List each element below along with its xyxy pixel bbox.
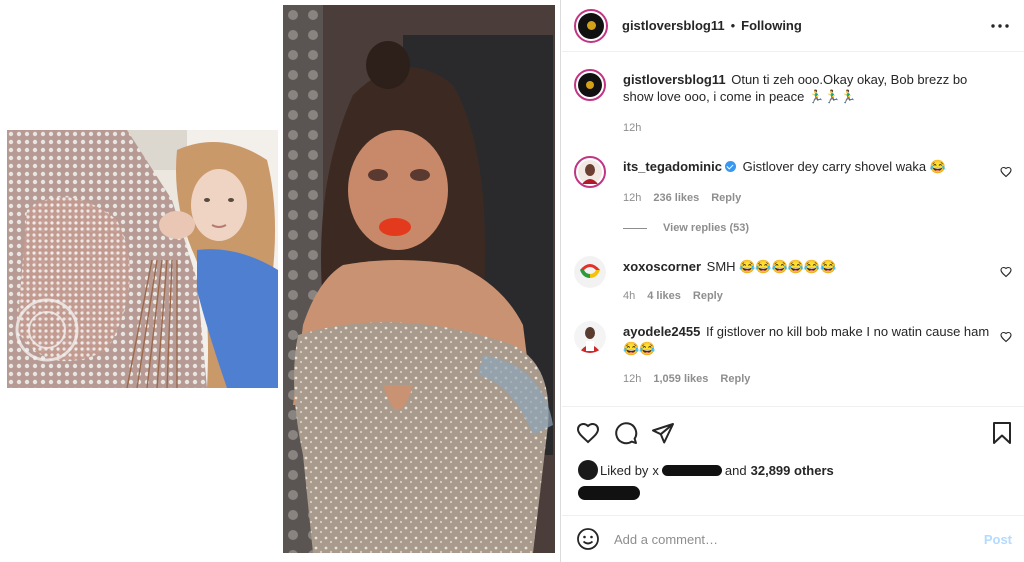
redacted-bar [661, 464, 722, 476]
liker-avatar[interactable] [578, 460, 598, 480]
emoji-icon[interactable] [576, 527, 600, 551]
heart-icon[interactable] [576, 421, 600, 445]
liked-by-label: Liked by [600, 462, 649, 478]
photo-left-illustration [7, 130, 278, 388]
comment-username[interactable]: its_tegadominic [623, 159, 722, 174]
comment-meta: 12h 236 likes Reply [623, 192, 741, 204]
post-button[interactable]: Post [984, 532, 1012, 547]
header-separator: • [730, 18, 736, 33]
comment-reply-button[interactable]: Reply [693, 290, 723, 302]
author-avatar[interactable] [574, 8, 608, 43]
author-username[interactable]: gistloversblog11 [622, 18, 725, 33]
comment-like-heart-icon[interactable] [1000, 266, 1012, 278]
comment-meta: 4h 4 likes Reply [623, 290, 723, 302]
media-photo-right [283, 5, 555, 553]
action-bar [562, 406, 1024, 456]
share-icon[interactable] [651, 421, 675, 445]
comment-text-block: xoxoscorner SMH 😂😂😂😂😂😂 [623, 258, 995, 275]
view-replies-label: View replies (53) [663, 222, 750, 234]
caption-time[interactable]: 12h [623, 122, 641, 134]
comment-username[interactable]: ayodele2455 [623, 324, 700, 339]
comment-item: xoxoscorner SMH 😂😂😂😂😂😂 4h 4 likes Reply [574, 256, 1014, 308]
comment-meta: 12h 1,059 likes Reply [623, 373, 750, 385]
caption-username[interactable]: gistloversblog11 [623, 72, 726, 87]
comment-time[interactable]: 4h [623, 290, 635, 302]
comment-username[interactable]: xoxoscorner [623, 259, 701, 274]
comment-likes[interactable]: 1,059 likes [653, 373, 708, 385]
comment-text-block: ayodele2455 If gistlover no kill bob mak… [623, 323, 995, 357]
view-replies-line [623, 227, 647, 229]
comment-time[interactable]: 12h [623, 192, 641, 204]
comment-like-heart-icon[interactable] [1000, 331, 1012, 343]
bookmark-icon[interactable] [990, 421, 1014, 445]
comment-input[interactable] [614, 531, 954, 547]
comment-text: Gistlover dey carry shovel waka 😂 [742, 159, 946, 174]
comment-avatar[interactable] [574, 321, 606, 353]
comment-likes[interactable]: 236 likes [653, 192, 699, 204]
caption-text-block: gistloversblog11 Otun ti zeh ooo.Okay ok… [623, 71, 995, 105]
verified-badge-icon [724, 161, 736, 172]
comment-item: its_tegadominic Gistlover dey carry shov… [574, 156, 1014, 216]
comment-likes[interactable]: 4 likes [647, 290, 681, 302]
media-photo-left [7, 130, 278, 388]
comment-text-block: its_tegadominic Gistlover dey carry shov… [623, 158, 995, 175]
post-sidebar: gistloversblog11 • Following gistloversb… [562, 0, 1024, 562]
comment-item: ayodele2455 If gistlover no kill bob mak… [574, 321, 1014, 391]
likes-and: and [724, 462, 747, 478]
caption-avatar[interactable] [574, 69, 606, 101]
view-replies-button[interactable]: View replies (53) [623, 222, 749, 234]
comments-list[interactable]: gistloversblog11 Otun ti zeh ooo.Okay ok… [562, 53, 1024, 405]
comment-avatar[interactable] [574, 156, 606, 188]
photo-right-illustration [283, 5, 555, 553]
likes-summary: Liked by x and 32,899 others [578, 460, 834, 480]
comment-text: SMH 😂😂😂😂😂😂 [706, 259, 837, 274]
caption: gistloversblog11 Otun ti zeh ooo.Okay ok… [574, 69, 1014, 139]
add-comment-bar: Post [562, 515, 1024, 562]
comment-like-heart-icon[interactable] [1000, 166, 1012, 178]
post-header: gistloversblog11 • Following [562, 0, 1024, 52]
comment-reply-button[interactable]: Reply [720, 373, 750, 385]
post-media[interactable] [0, 0, 561, 562]
likes-others[interactable]: 32,899 others [751, 463, 834, 478]
caption-meta: 12h [623, 122, 641, 134]
comment-avatar[interactable] [574, 256, 606, 288]
more-icon[interactable] [990, 16, 1010, 36]
post-time-redacted [578, 486, 640, 500]
following-button[interactable]: Following [741, 18, 802, 33]
comment-reply-button[interactable]: Reply [711, 192, 741, 204]
comment-icon[interactable] [614, 421, 638, 445]
comment-time[interactable]: 12h [623, 373, 641, 385]
liker-username[interactable]: x [652, 463, 659, 478]
